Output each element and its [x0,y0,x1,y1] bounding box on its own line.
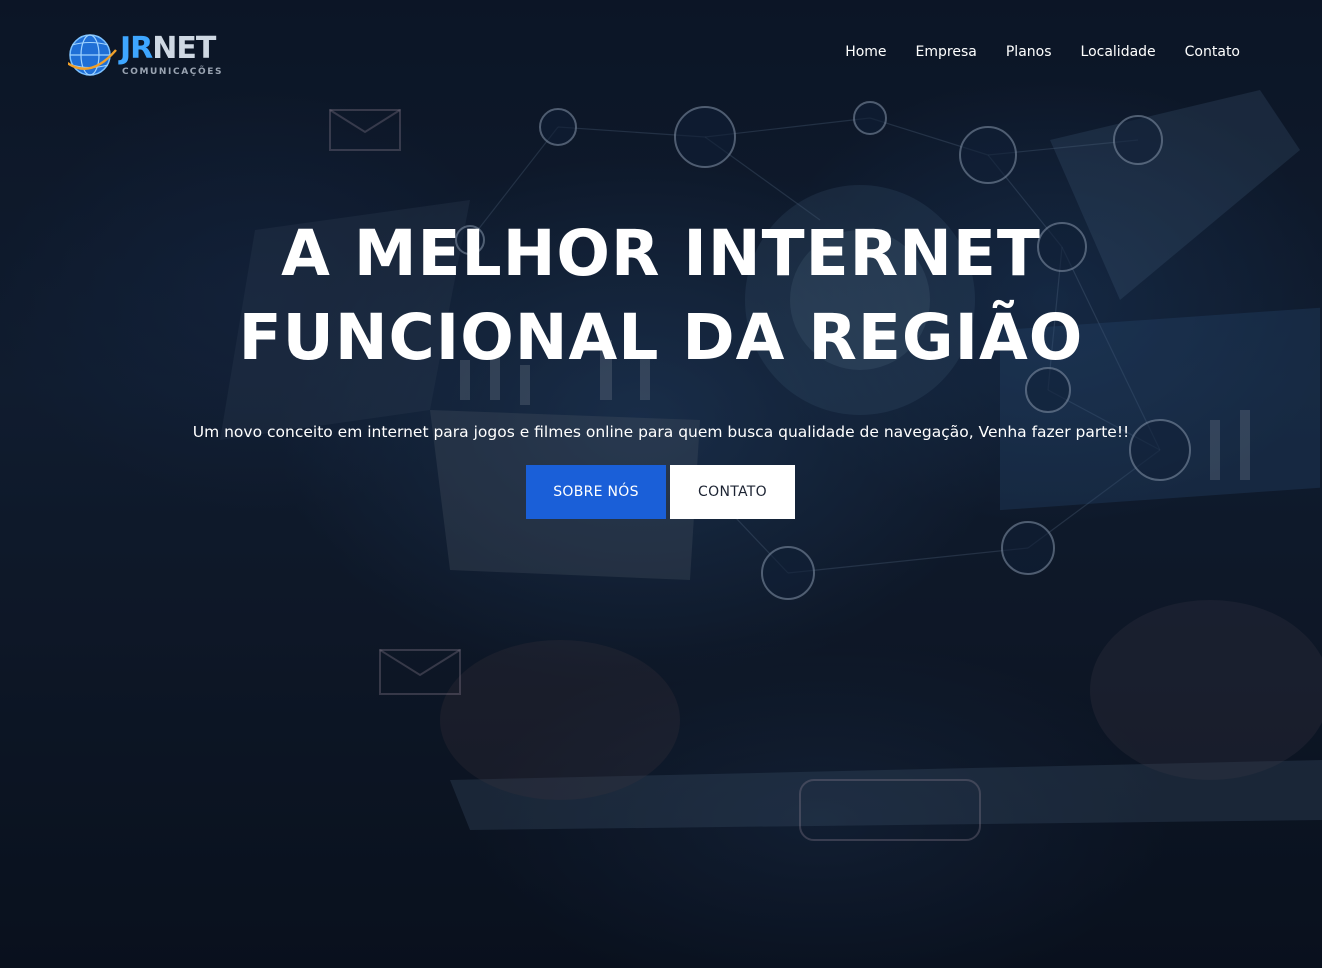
brand-name: JRNET [120,31,216,66]
hero-headline-line2: FUNCIONAL DA REGIÃO [238,301,1084,374]
brand-logo[interactable]: JRNET COMUNICAÇÕES [68,30,228,82]
sobre-nos-button[interactable]: SOBRE NÓS [526,465,666,519]
main-nav: Home Empresa Planos Localidade Contato [816,42,1240,62]
hero-buttons: SOBRE NÓS CONTATO [526,465,795,519]
contato-button[interactable]: CONTATO [670,465,795,519]
hero-subtitle: Um novo conceito em internet para jogos … [192,423,1130,441]
nav-item-empresa[interactable]: Empresa [916,42,977,62]
hero-headline-line1: A MELHOR INTERNET [281,217,1041,290]
nav-item-contato[interactable]: Contato [1185,42,1240,62]
nav-item-home[interactable]: Home [845,42,886,62]
nav-item-localidade[interactable]: Localidade [1081,42,1156,62]
brand-tagline: COMUNICAÇÕES [122,67,224,77]
nav-item-planos[interactable]: Planos [1006,42,1052,62]
hero-headline: A MELHOR INTERNET FUNCIONAL DA REGIÃO [0,212,1322,380]
globe-icon [68,34,117,76]
